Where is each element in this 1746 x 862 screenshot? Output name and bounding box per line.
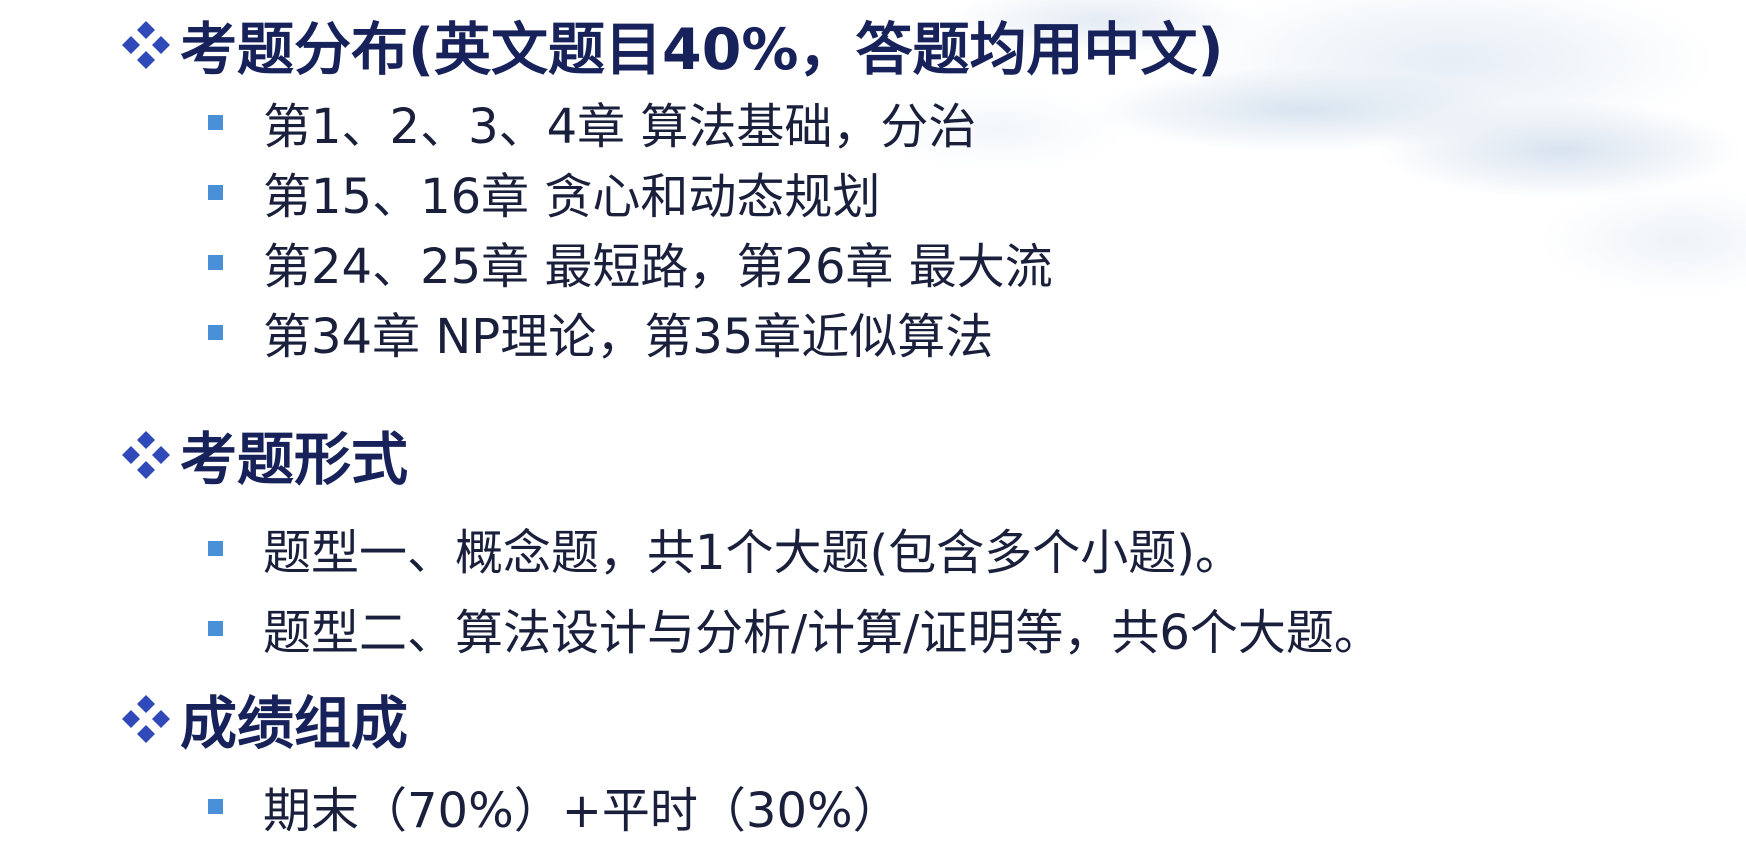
section-heading-format: 考题形式 xyxy=(120,416,408,494)
square-bullet-icon xyxy=(208,798,223,814)
list-item-text: 第24、25章 最短路，第26章 最大流 xyxy=(263,239,1053,295)
list-item-text: 第15、16章 贪心和动态规划 xyxy=(263,169,881,225)
list-item: 题型一、概念题，共1个大题(包含多个小题)。 xyxy=(208,516,1243,581)
square-bullet-icon xyxy=(208,324,223,340)
list-item: 第1、2、3、4章 算法基础，分治 xyxy=(208,90,977,155)
list-item: 第15、16章 贪心和动态规划 xyxy=(208,160,881,225)
section-heading-grading: 成绩组成 xyxy=(120,680,408,758)
section-heading-distribution: 考题分布(英文题目40%，答题均用中文) xyxy=(120,6,1224,84)
list-item: 期末（70%）+平时（30%） xyxy=(208,774,901,839)
list-item: 题型二、算法设计与分析/计算/证明等，共6个大题。 xyxy=(208,596,1382,661)
four-diamond-bullet-icon xyxy=(122,431,170,479)
section-heading-text: 考题分布(英文题目40%，答题均用中文) xyxy=(180,17,1224,83)
list-item-text: 题型二、算法设计与分析/计算/证明等，共6个大题。 xyxy=(263,605,1382,661)
square-bullet-icon xyxy=(208,254,223,270)
list-item-text: 期末（70%）+平时（30%） xyxy=(263,783,901,839)
list-item-text: 第34章 NP理论，第35章近似算法 xyxy=(263,309,994,365)
section-heading-text: 成绩组成 xyxy=(180,691,408,757)
section-heading-text: 考题形式 xyxy=(180,427,408,493)
square-bullet-icon xyxy=(208,114,223,130)
list-item-text: 第1、2、3、4章 算法基础，分治 xyxy=(263,99,977,155)
square-bullet-icon xyxy=(208,184,223,200)
list-item: 第34章 NP理论，第35章近似算法 xyxy=(208,300,994,365)
square-bullet-icon xyxy=(208,620,223,636)
four-diamond-bullet-icon xyxy=(122,21,170,69)
list-item: 第24、25章 最短路，第26章 最大流 xyxy=(208,230,1053,295)
slide: 考题分布(英文题目40%，答题均用中文) 第1、2、3、4章 算法基础，分治 第… xyxy=(0,0,1746,862)
list-item-text: 题型一、概念题，共1个大题(包含多个小题)。 xyxy=(263,525,1243,581)
four-diamond-bullet-icon xyxy=(122,695,170,743)
square-bullet-icon xyxy=(208,540,223,556)
